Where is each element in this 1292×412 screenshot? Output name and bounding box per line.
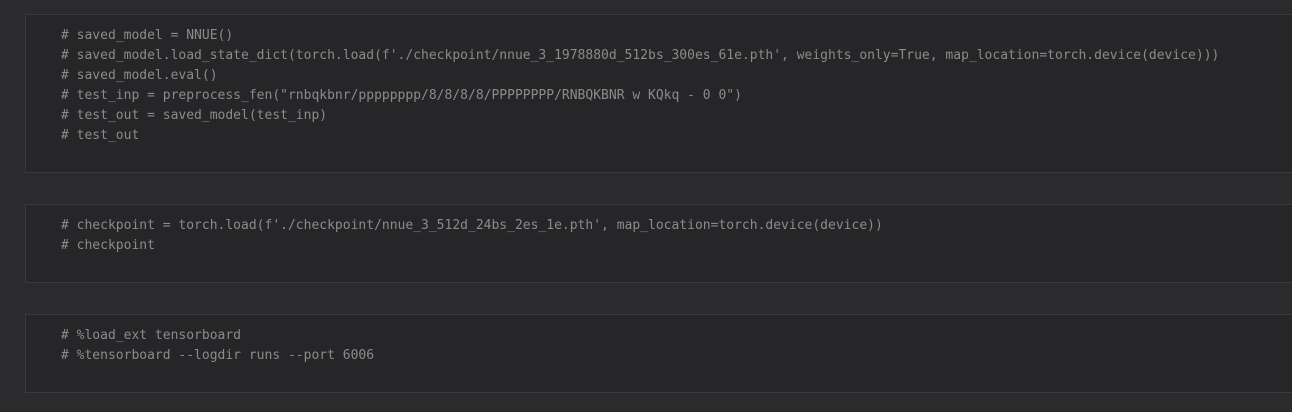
code-line[interactable]: # saved_model.eval() <box>61 66 1219 86</box>
code-line[interactable]: # %load_ext tensorboard <box>61 326 374 346</box>
code-line[interactable]: # checkpoint <box>61 236 883 256</box>
code-line[interactable]: # test_out = saved_model(test_inp) <box>61 106 1219 126</box>
code-line[interactable]: # saved_model = NNUE() <box>61 26 1219 46</box>
code-line[interactable]: # test_out <box>61 126 1219 146</box>
code-line[interactable]: # test_inp = preprocess_fen("rnbqkbnr/pp… <box>61 86 1219 106</box>
code-editor[interactable]: # checkpoint = torch.load(f'./checkpoint… <box>61 216 883 256</box>
code-line[interactable]: # checkpoint = torch.load(f'./checkpoint… <box>61 216 883 236</box>
code-cell-1[interactable]: # saved_model = NNUE() # saved_model.loa… <box>25 14 1292 173</box>
code-editor[interactable]: # %load_ext tensorboard # %tensorboard -… <box>61 326 374 366</box>
code-line[interactable]: # saved_model.load_state_dict(torch.load… <box>61 46 1219 66</box>
code-editor[interactable]: # saved_model = NNUE() # saved_model.loa… <box>61 26 1219 146</box>
code-cell-3[interactable]: # %load_ext tensorboard # %tensorboard -… <box>25 314 1292 393</box>
notebook: # saved_model = NNUE() # saved_model.loa… <box>0 0 1292 412</box>
code-line[interactable]: # %tensorboard --logdir runs --port 6006 <box>61 346 374 366</box>
code-cell-2[interactable]: # checkpoint = torch.load(f'./checkpoint… <box>25 204 1292 283</box>
